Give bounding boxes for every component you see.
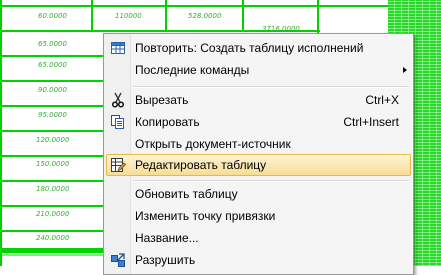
menu-item-label: Вырезать: [135, 93, 189, 107]
menu-separator: [133, 86, 409, 88]
menu-item-shortcut: Ctrl+X: [365, 93, 399, 107]
table-cell: 150.0000: [36, 160, 70, 168]
table-cell: 110000: [115, 12, 142, 20]
copy-icon: [110, 114, 126, 130]
table-cell: 95.0000: [38, 111, 67, 119]
table-cell: 60.0000: [38, 12, 67, 20]
submenu-arrow-icon: [403, 67, 407, 73]
menu-item-label: Открыть документ-источник: [135, 137, 291, 151]
table-cell: 240.0000: [36, 234, 70, 242]
edit-table-icon: [110, 157, 127, 173]
menu-item-label: Последние команды: [135, 63, 250, 77]
table-grid-icon: [110, 40, 126, 56]
table-cell: 180.0000: [36, 185, 70, 193]
table-cell: 65.0000: [38, 40, 67, 48]
table-cell: 210.0000: [36, 210, 70, 218]
menu-item-title[interactable]: Название...: [106, 227, 411, 249]
menu-item-refresh-table[interactable]: Обновить таблицу: [106, 183, 411, 205]
menu-item-edit-table[interactable]: Редактировать таблицу: [106, 154, 411, 176]
menu-item-label: Повторить: Создать таблицу исполнений: [135, 41, 364, 55]
menu-item-shortcut: Ctrl+Insert: [343, 115, 399, 129]
menu-item-label: Обновить таблицу: [135, 187, 238, 201]
menu-item-open-source-document[interactable]: Открыть документ-источник: [106, 133, 411, 155]
table-cell: 120.0000: [36, 136, 70, 144]
menu-item-copy[interactable]: Копировать Ctrl+Insert: [106, 111, 411, 133]
menu-item-explode[interactable]: Разрушить: [106, 249, 411, 271]
menu-item-cut[interactable]: Вырезать Ctrl+X: [106, 89, 411, 111]
menu-item-label: Изменить точку привязки: [135, 209, 276, 223]
menu-item-label: Копировать: [135, 115, 200, 129]
menu-item-label: Разрушить: [135, 253, 196, 267]
table-cell: 90.0000: [38, 86, 67, 94]
context-menu: Повторить: Создать таблицу исполнений По…: [103, 33, 414, 275]
menu-item-label: Название...: [135, 231, 199, 245]
menu-separator: [133, 180, 409, 182]
menu-item-recent-commands[interactable]: Последние команды: [106, 59, 411, 81]
menu-item-repeat-create-table[interactable]: Повторить: Создать таблицу исполнений: [106, 37, 411, 59]
menu-item-change-anchor-point[interactable]: Изменить точку привязки: [106, 205, 411, 227]
table-cell: 65.0000: [38, 61, 67, 69]
table-cell: 3716.0000: [262, 25, 300, 33]
table-cell: 528.0000: [188, 12, 222, 20]
scissors-icon: [110, 92, 126, 108]
menu-item-label: Редактировать таблицу: [135, 158, 267, 172]
